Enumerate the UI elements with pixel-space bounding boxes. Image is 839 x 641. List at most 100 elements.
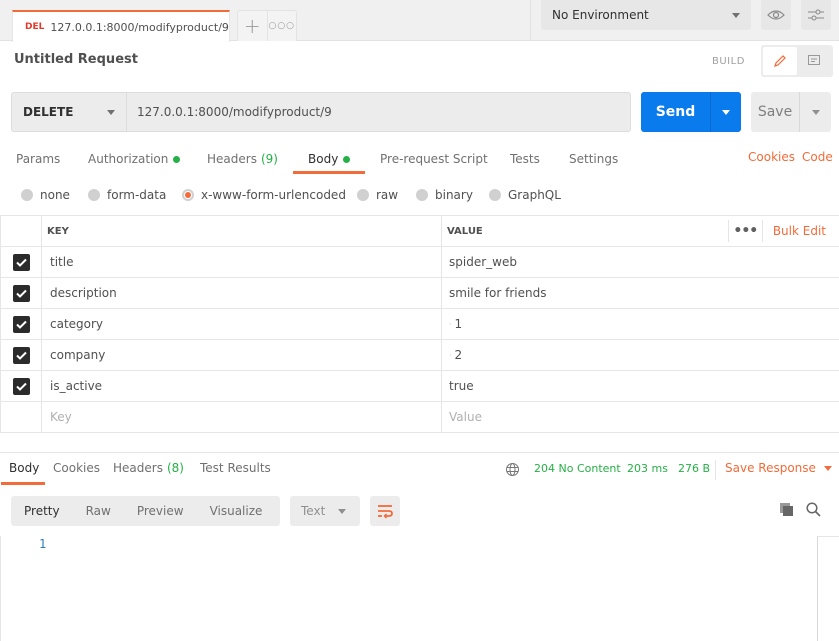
tab-pre-request-script[interactable]: Pre-request Script xyxy=(380,150,488,168)
more-horizontal-icon[interactable]: ••• xyxy=(727,220,763,242)
view-visualize[interactable]: Visualize xyxy=(197,504,276,518)
code-link[interactable]: Code xyxy=(802,150,833,164)
chevron-down-icon xyxy=(338,508,346,514)
headers-count: (9) xyxy=(260,152,278,166)
key-input[interactable]: category xyxy=(42,309,442,339)
body-type-raw[interactable]: raw xyxy=(357,187,398,203)
chevron-down-icon xyxy=(811,109,820,115)
key-input[interactable]: description xyxy=(42,278,442,308)
new-tab-button[interactable]: + xyxy=(238,11,267,41)
radio-selected-icon xyxy=(182,189,194,201)
request-tab-title: 127.0.0.1:8000/modifyproduct/9 xyxy=(50,20,229,34)
value-input[interactable]: spider_web xyxy=(442,247,839,277)
radio-label: raw xyxy=(376,188,399,202)
value-input[interactable]: smile for friends xyxy=(442,278,839,308)
save-button-group: Save xyxy=(751,92,831,132)
table-row: category · 1 xyxy=(1,309,839,340)
tab-label: Params xyxy=(16,152,61,166)
save-response-button[interactable]: Save Response xyxy=(725,461,832,475)
eye-icon xyxy=(767,10,785,20)
key-input[interactable]: is_active xyxy=(42,371,442,401)
bulk-edit-link[interactable]: Bulk Edit xyxy=(763,224,839,238)
new-value-input[interactable]: Value xyxy=(442,402,839,432)
value-input[interactable]: · 2 xyxy=(442,340,839,370)
status-dot xyxy=(343,155,351,163)
request-tab[interactable]: DEL 127.0.0.1:8000/modifyproduct/9 xyxy=(12,10,230,42)
send-options-button[interactable] xyxy=(710,92,741,132)
value-input[interactable]: true xyxy=(442,371,839,401)
globe-icon[interactable] xyxy=(505,462,520,480)
manage-environments-button[interactable] xyxy=(801,0,831,30)
tab-settings[interactable]: Settings xyxy=(569,150,618,168)
tab-tests[interactable]: Tests xyxy=(510,150,540,168)
new-key-input[interactable]: Key xyxy=(42,402,442,432)
value-input[interactable]: · 1 xyxy=(442,309,839,339)
pane-divider[interactable] xyxy=(0,452,839,453)
response-status[interactable]: 204 No Content xyxy=(534,462,621,475)
row-checkbox[interactable] xyxy=(12,253,30,271)
radio-label: form-data xyxy=(107,188,167,202)
table-row: is_active true xyxy=(1,371,839,402)
wrap-lines-button[interactable] xyxy=(370,496,400,526)
response-time[interactable]: 203 ms xyxy=(627,462,668,475)
comments-button[interactable] xyxy=(797,47,831,75)
environment-select[interactable]: No Environment xyxy=(541,0,751,30)
body-type-none[interactable]: none xyxy=(21,187,70,203)
format-select[interactable]: Text xyxy=(290,496,360,526)
body-type-binary[interactable]: binary xyxy=(416,187,473,203)
view-preview[interactable]: Preview xyxy=(124,504,197,518)
tab-label: Body xyxy=(308,152,339,166)
body-type-form-data[interactable]: form-data xyxy=(88,187,166,203)
search-icon[interactable] xyxy=(806,502,821,520)
whitespace-marker: · xyxy=(449,319,452,329)
tab-options-button[interactable]: ○○○ xyxy=(266,11,297,41)
response-tab-headers[interactable]: Headers (8) xyxy=(113,461,184,475)
view-pretty[interactable]: Pretty xyxy=(11,504,73,518)
body-type-urlencoded[interactable]: x-www-form-urlencoded xyxy=(182,187,346,203)
editor-scrollbar[interactable] xyxy=(817,536,839,641)
radio-icon xyxy=(21,189,33,201)
cookies-link[interactable]: Cookies xyxy=(748,150,795,164)
key-column-header: KEY xyxy=(42,216,442,246)
row-checkbox[interactable] xyxy=(12,377,30,395)
radio-icon xyxy=(489,189,501,201)
comment-icon xyxy=(808,55,820,65)
status-dot xyxy=(173,155,181,163)
url-input[interactable]: 127.0.0.1:8000/modifyproduct/9 xyxy=(126,92,631,132)
tab-label: Pre-request Script xyxy=(380,152,488,166)
row-checkbox[interactable] xyxy=(12,315,30,333)
format-label: Text xyxy=(301,504,326,518)
row-checkbox[interactable] xyxy=(12,346,30,364)
key-input[interactable]: title xyxy=(42,247,442,277)
line-number: 1 xyxy=(39,537,47,551)
headers-count: (8) xyxy=(166,461,184,475)
tab-label: Headers xyxy=(207,152,257,166)
tab-params[interactable]: Params xyxy=(16,150,60,168)
response-tab-test-results[interactable]: Test Results xyxy=(200,461,271,475)
save-button[interactable]: Save xyxy=(751,92,799,132)
save-options-button[interactable] xyxy=(799,92,831,132)
tab-headers[interactable]: Headers (9) xyxy=(207,150,278,168)
table-header: KEY VALUE ••• Bulk Edit xyxy=(1,216,839,247)
tab-label: Settings xyxy=(569,152,619,166)
response-tab-body[interactable]: Body xyxy=(9,461,39,475)
copy-icon[interactable] xyxy=(779,502,794,520)
response-tab-cookies[interactable]: Cookies xyxy=(53,461,100,475)
radio-label: binary xyxy=(435,188,473,202)
more-horizontal-icon: ○○○ xyxy=(268,21,296,31)
environment-quick-look-button[interactable] xyxy=(761,0,791,30)
tab-body[interactable]: Body xyxy=(308,150,351,168)
radio-icon xyxy=(416,189,428,201)
view-raw[interactable]: Raw xyxy=(73,504,124,518)
key-input[interactable]: company xyxy=(42,340,442,370)
tab-authorization[interactable]: Authorization xyxy=(88,150,181,168)
send-button[interactable]: Send xyxy=(641,92,710,132)
method-select[interactable]: DELETE xyxy=(11,92,127,132)
sliders-icon xyxy=(808,9,824,21)
value-text: 1 xyxy=(454,317,463,331)
build-mode-button[interactable] xyxy=(763,47,797,75)
response-size[interactable]: 276 B xyxy=(678,462,710,475)
value-column-header: VALUE ••• Bulk Edit xyxy=(442,216,839,246)
row-checkbox[interactable] xyxy=(12,284,30,302)
body-type-graphql[interactable]: GraphQL xyxy=(489,187,561,203)
